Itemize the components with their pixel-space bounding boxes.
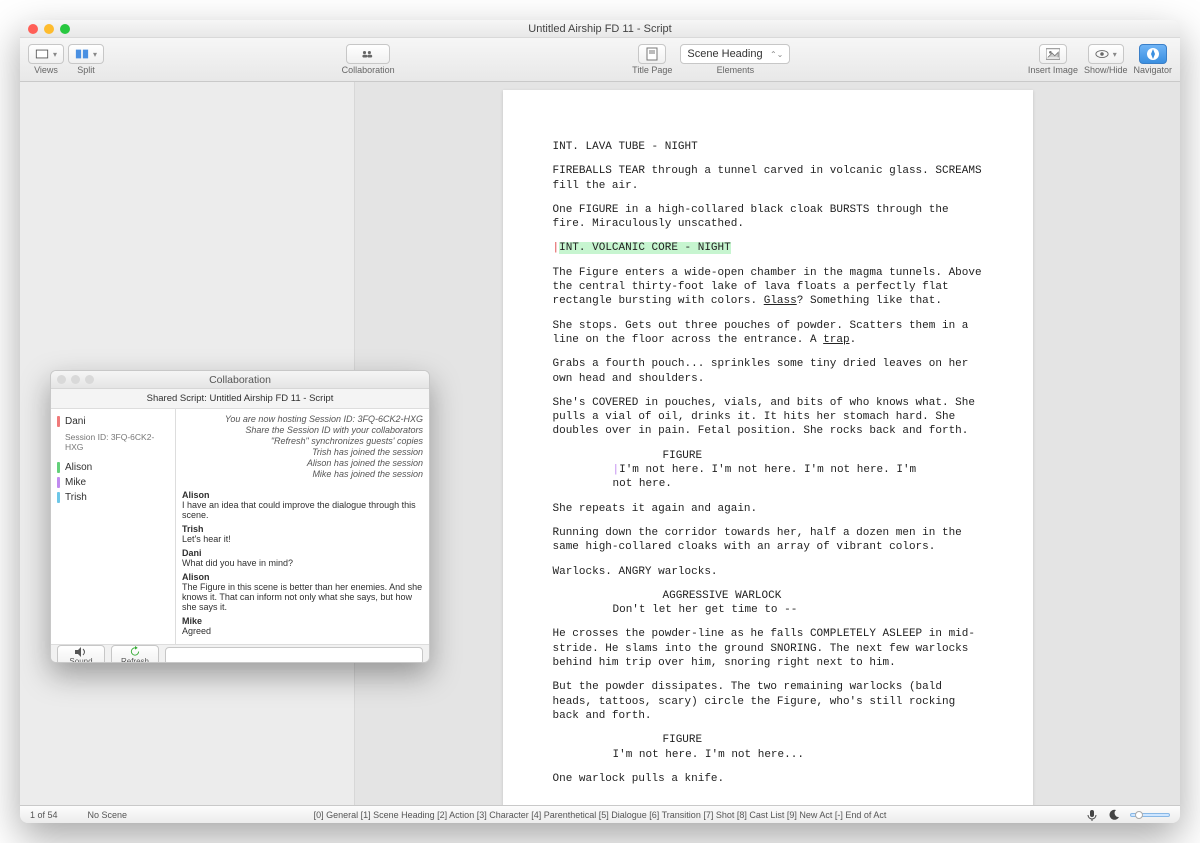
- split-group: ▾ Split: [68, 44, 104, 75]
- system-message: Share the Session ID with your collabora…: [182, 425, 423, 435]
- action: The Figure enters a wide-open chamber in…: [553, 266, 983, 309]
- show-hide-button[interactable]: ▾: [1088, 44, 1124, 64]
- action: Warlocks. ANGRY warlocks.: [553, 565, 983, 579]
- chat-message: AlisonThe Figure in this scene is better…: [182, 572, 423, 612]
- showhide-label: Show/Hide: [1084, 65, 1128, 75]
- script-page-1[interactable]: INT. LAVA TUBE - NIGHT FIREBALLS TEAR th…: [503, 90, 1033, 805]
- collab-user-row[interactable]: Trish: [57, 490, 169, 505]
- collab-title-text: Collaboration: [209, 374, 271, 386]
- showhide-group: ▾ Show/Hide: [1084, 44, 1128, 75]
- titlepage-group: Title Page: [632, 44, 672, 75]
- character: FIGURE: [553, 733, 983, 747]
- split-button[interactable]: ▾: [68, 44, 104, 64]
- collab-subtitle: Shared Script: Untitled Airship FD 11 - …: [51, 389, 429, 409]
- scene-heading: INT. LAVA TUBE - NIGHT: [553, 140, 983, 154]
- element-dropdown[interactable]: Scene Heading ⌃⌄: [680, 44, 790, 64]
- chevron-down-icon: ▾: [1113, 50, 1117, 59]
- insert-image-button[interactable]: [1039, 44, 1067, 64]
- action: FIREBALLS TEAR through a tunnel carved i…: [553, 164, 983, 193]
- navigator-button[interactable]: [1139, 44, 1167, 64]
- chat-input[interactable]: [165, 647, 423, 663]
- system-message: You are now hosting Session ID: 3FQ-6CK2…: [182, 414, 423, 424]
- navigator-label: Navigator: [1133, 65, 1172, 75]
- action: Running down the corridor towards her, h…: [553, 526, 983, 555]
- element-legend: [0] General [1] Scene Heading [2] Action…: [20, 810, 1180, 820]
- app-window: Untitled Airship FD 11 - Script ▾ Views …: [20, 20, 1180, 823]
- dialogue: Don't let her get time to --: [553, 603, 983, 617]
- zoom-slider[interactable]: [1130, 813, 1170, 817]
- collab-group: Collaboration: [342, 44, 395, 75]
- status-bar: 1 of 54 No Scene [0] General [1] Scene H…: [20, 805, 1180, 823]
- collab-user-list: Dani Session ID: 3FQ-6CK2-HXG AlisonMike…: [51, 409, 176, 644]
- views-label: Views: [34, 65, 58, 75]
- eye-icon: [1095, 47, 1109, 61]
- split-icon: [75, 47, 89, 61]
- toolbar: ▾ Views ▾ Split Collaboration: [20, 38, 1180, 82]
- action: She's COVERED in pouches, vials, and bit…: [553, 396, 983, 439]
- collab-user-row[interactable]: Alison: [57, 460, 169, 475]
- image-icon: [1046, 47, 1060, 61]
- insert-image-label: Insert Image: [1028, 65, 1078, 75]
- action: She stops. Gets out three pouches of pow…: [553, 319, 983, 348]
- collab-traffic: [57, 375, 94, 384]
- collab-body: Dani Session ID: 3FQ-6CK2-HXG AlisonMike…: [51, 409, 429, 644]
- action: But the powder dissipates. The two remai…: [553, 680, 983, 723]
- elements-group: Scene Heading ⌃⌄ Elements: [680, 44, 790, 75]
- collab-label: Collaboration: [342, 65, 395, 75]
- collab-titlebar: Collaboration: [51, 371, 429, 389]
- split-label: Split: [77, 65, 95, 75]
- refresh-button[interactable]: Refresh: [111, 645, 159, 663]
- window-title: Untitled Airship FD 11 - Script: [20, 23, 1180, 35]
- action: One warlock pulls a knife.: [553, 772, 983, 786]
- views-group: ▾ Views: [28, 44, 64, 75]
- sound-button[interactable]: Sound: [57, 645, 105, 663]
- system-message: "Refresh" synchronizes guests' copies: [182, 436, 423, 446]
- refresh-icon: [129, 646, 141, 657]
- insert-image-group: Insert Image: [1028, 44, 1078, 75]
- navigator-group: Navigator: [1133, 44, 1172, 75]
- page-icon: [645, 47, 659, 61]
- action: He crosses the powder-line as he falls C…: [553, 627, 983, 670]
- title-page-button[interactable]: [638, 44, 666, 64]
- collab-footer: Sound Refresh: [51, 644, 429, 663]
- titlepage-label: Title Page: [632, 65, 672, 75]
- chevron-updown-icon: ⌃⌄: [770, 50, 783, 59]
- dialogue: |I'm not here. I'm not here. I'm not her…: [553, 463, 983, 492]
- session-id: Session ID: 3FQ-6CK2-HXG: [65, 432, 169, 452]
- chat-message: TrishLet's hear it!: [182, 524, 423, 544]
- system-message: Trish has joined the session: [182, 447, 423, 457]
- element-selected: Scene Heading: [687, 48, 762, 60]
- titlebar: Untitled Airship FD 11 - Script: [20, 20, 1180, 38]
- collaboration-panel[interactable]: Collaboration Shared Script: Untitled Ai…: [50, 370, 430, 663]
- action: She repeats it again and again.: [553, 502, 983, 516]
- dialogue: I'm not here. I'm not here...: [553, 748, 983, 762]
- chat-message: AlisonI have an idea that could improve …: [182, 490, 423, 520]
- compass-icon: [1146, 47, 1160, 61]
- action: One FIGURE in a high-collared black cloa…: [553, 203, 983, 232]
- system-message: Mike has joined the session: [182, 469, 423, 479]
- chat-message: DaniWhat did you have in mind?: [182, 548, 423, 568]
- system-message: Alison has joined the session: [182, 458, 423, 468]
- elements-label: Elements: [717, 65, 755, 75]
- views-icon: [35, 47, 49, 61]
- action: Grabs a fourth pouch... sprinkles some t…: [553, 357, 983, 386]
- collab-user-row[interactable]: Mike: [57, 475, 169, 490]
- character: AGGRESSIVE WARLOCK: [553, 589, 983, 603]
- speaker-icon: [75, 647, 87, 657]
- collaboration-button[interactable]: [346, 44, 390, 64]
- chat-message: MikeAgreed: [182, 616, 423, 636]
- collab-chat[interactable]: You are now hosting Session ID: 3FQ-6CK2…: [176, 409, 429, 644]
- views-button[interactable]: ▾: [28, 44, 64, 64]
- chevron-down-icon: ▾: [53, 50, 57, 59]
- character: FIGURE: [553, 449, 983, 463]
- collab-host-row[interactable]: Dani: [57, 414, 169, 429]
- chevron-down-icon: ▾: [93, 50, 97, 59]
- page-scroll[interactable]: INT. LAVA TUBE - NIGHT FIREBALLS TEAR th…: [355, 82, 1180, 805]
- people-icon: [361, 47, 375, 61]
- scene-heading: |INT. VOLCANIC CORE - NIGHT: [553, 241, 983, 255]
